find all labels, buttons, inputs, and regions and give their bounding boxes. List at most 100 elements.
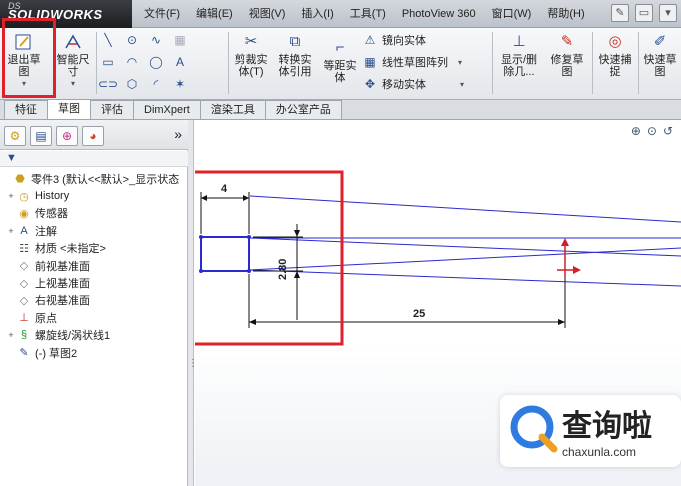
display-delete-label: 显示/删 除几... (500, 54, 538, 78)
sketch-tools-row-2: ▭ ◠ ◯ A (100, 54, 188, 70)
menu-tools[interactable]: 工具(T) (342, 0, 394, 28)
filter-row: ▼ (0, 151, 188, 167)
tree-expander-icon[interactable]: + (6, 191, 16, 201)
tree-item[interactable]: ◉ 传感器 (0, 205, 188, 222)
ribbon-separator (492, 32, 493, 94)
rectangle-icon[interactable]: ▭ (100, 54, 116, 70)
panel-splitter[interactable]: ⋮ (188, 120, 198, 486)
sketch-point[interactable] (199, 235, 203, 239)
mirror-button[interactable]: ⚠ 镜向实体 (362, 32, 426, 48)
dimension-height-label[interactable]: 2.80 (277, 259, 289, 280)
mirror-label: 镜向实体 (382, 35, 426, 47)
tree-item[interactable]: + § 螺旋线/涡状线1 (0, 327, 188, 344)
move-entities-button[interactable]: ✥ 移动实体 ▾ (362, 76, 464, 92)
tree-expander-icon[interactable]: + (6, 330, 16, 340)
tree-item[interactable]: ⬣ 零件3 (默认<<默认>_显示状态 (0, 170, 188, 187)
move-dropdown-icon[interactable]: ▾ (460, 80, 464, 89)
tab-sketch[interactable]: 草图 (47, 99, 91, 119)
watermark: 查询啦 chaxunla.com (500, 395, 681, 467)
text-icon[interactable]: A (172, 54, 188, 70)
property-manager-tab-icon[interactable]: ▤ (30, 126, 52, 146)
tree-item[interactable]: + A 注解 (0, 222, 188, 239)
exit-sketch-highlight (2, 18, 56, 98)
filter-icon[interactable]: ▼ (6, 152, 17, 164)
menu-help[interactable]: 帮助(H) (539, 0, 592, 28)
tree-item[interactable]: ◇ 上视基准面 (0, 274, 188, 291)
helix-line (249, 269, 681, 287)
tree-item[interactable]: ◇ 前视基准面 (0, 257, 188, 274)
arrow-icon (201, 195, 207, 201)
pin-icon[interactable]: ✎ (611, 4, 629, 22)
menu-edit[interactable]: 编辑(E) (188, 0, 241, 28)
tree-item[interactable]: + ◷ History (0, 187, 188, 204)
tree-item-label: 右视基准面 (35, 295, 90, 308)
tree-item-label: (-) 草图2 (35, 347, 78, 360)
slot-icon[interactable]: ⊂⊃ (98, 76, 118, 92)
open-folder-icon[interactable]: ▾ (659, 4, 677, 22)
smart-dimension-dropdown-icon[interactable]: ▾ (71, 78, 75, 90)
fillet-icon[interactable]: ◜ (148, 76, 164, 92)
offset-label: 等距实 体 (323, 60, 357, 84)
tab-evaluate[interactable]: 评估 (90, 100, 134, 119)
repair-icon: ✎ (560, 33, 574, 50)
rapid-sketch-button[interactable]: ✐ 快速草 图 (641, 32, 679, 78)
convert-entities-button[interactable]: ⧉ 转换实 体引用 (274, 32, 316, 78)
sketch-point[interactable] (247, 235, 251, 239)
profile-rectangle[interactable] (200, 236, 250, 272)
linear-pattern-button[interactable]: ▦ 线性草图阵列 ▾ (362, 54, 462, 70)
offset-button[interactable]: ⌐ 等距实 体 (320, 38, 360, 84)
tab-render-tools[interactable]: 渲染工具 (199, 100, 266, 119)
new-document-icon[interactable]: ▭ (635, 4, 653, 22)
mirror-icon: ⚠ (364, 33, 376, 47)
sketch-tools-row-3: ⊂⊃ ⬡ ◜ ✶ (98, 76, 188, 92)
tree-item[interactable]: ✎ (-) 草图2 (0, 344, 188, 361)
smart-dimension-label: 智能尺 寸 (56, 54, 90, 78)
feature-manager-tab-icon[interactable]: ⚙ (4, 126, 26, 146)
smart-dimension-button[interactable]: 智能尺 寸 ▾ (54, 32, 92, 90)
display-manager-tab-icon[interactable]: ◕ (82, 126, 104, 146)
tab-dimxpert[interactable]: DimXpert (133, 100, 201, 119)
menu-file[interactable]: 文件(F) (136, 0, 188, 28)
dimension-length-label[interactable]: 25 (413, 308, 425, 320)
line-icon[interactable]: ╲ (100, 32, 116, 48)
trim-button[interactable]: ✂ 剪裁实 体(T) (232, 32, 270, 78)
configuration-manager-tab-icon[interactable]: ⊕ (56, 126, 78, 146)
sketch-point[interactable] (247, 269, 251, 273)
point-icon[interactable]: ✶ (172, 76, 188, 92)
menu-window[interactable]: 窗口(W) (484, 0, 540, 28)
tab-features[interactable]: 特征 (4, 100, 48, 119)
solidworks-window: DS SOLIDWORKS 文件(F) 编辑(E) 视图(V) 插入(I) 工具… (0, 0, 681, 486)
plane-icon: ◇ (19, 277, 29, 290)
tree-item-label: 前视基准面 (35, 260, 90, 273)
quick-snaps-button[interactable]: ◎ 快速捕 捉 (596, 32, 634, 78)
trim-icon: ✂ (244, 33, 258, 50)
command-tabs: 特征 草图 评估 DimXpert 渲染工具 办公室产品 (0, 99, 681, 120)
feature-tree: ⬣ 零件3 (默认<<默认>_显示状态 + ◷ History ◉ 传感器 + A 注解 ☷ 材质 <… (0, 170, 188, 361)
ellipse-icon[interactable]: ◯ (148, 54, 164, 70)
dimension-width-label[interactable]: 4 (221, 183, 227, 195)
sketch-tools-row-1: ╲ ⊙ ∿ ▦ (100, 32, 188, 48)
tree-expander-icon[interactable]: + (6, 226, 16, 236)
move-label: 移动实体 (382, 79, 426, 91)
construction-icon[interactable]: ▦ (172, 32, 188, 48)
convert-icon: ⧉ (289, 33, 301, 50)
polygon-icon[interactable]: ⬡ (124, 76, 140, 92)
sketch-point[interactable] (199, 269, 203, 273)
tree-item[interactable]: ◇ 右视基准面 (0, 292, 188, 309)
repair-sketch-button[interactable]: ✎ 修复草 图 (546, 32, 588, 78)
tree-item[interactable]: ⊥ 原点 (0, 309, 188, 326)
menu-view[interactable]: 视图(V) (241, 0, 294, 28)
linear-pattern-dropdown-icon[interactable]: ▾ (458, 58, 462, 67)
helix-icon: § (20, 329, 28, 342)
menu-insert[interactable]: 插入(I) (293, 0, 341, 28)
circle-icon[interactable]: ⊙ (124, 32, 140, 48)
display-delete-relations-button[interactable]: ⊥ 显示/删 除几... (496, 32, 542, 78)
arc-icon[interactable]: ◠ (124, 54, 140, 70)
tree-item[interactable]: ☷ 材质 <未指定> (0, 240, 188, 257)
more-tabs-button[interactable]: » (174, 126, 182, 142)
panel-toolbar: ⚙ ▤ ⊕ ◕ » (0, 120, 188, 150)
tab-office-products[interactable]: 办公室产品 (264, 100, 342, 119)
menu-photoview[interactable]: PhotoView 360 (394, 0, 484, 28)
arrow-icon (249, 319, 256, 325)
spline-icon[interactable]: ∿ (148, 32, 164, 48)
